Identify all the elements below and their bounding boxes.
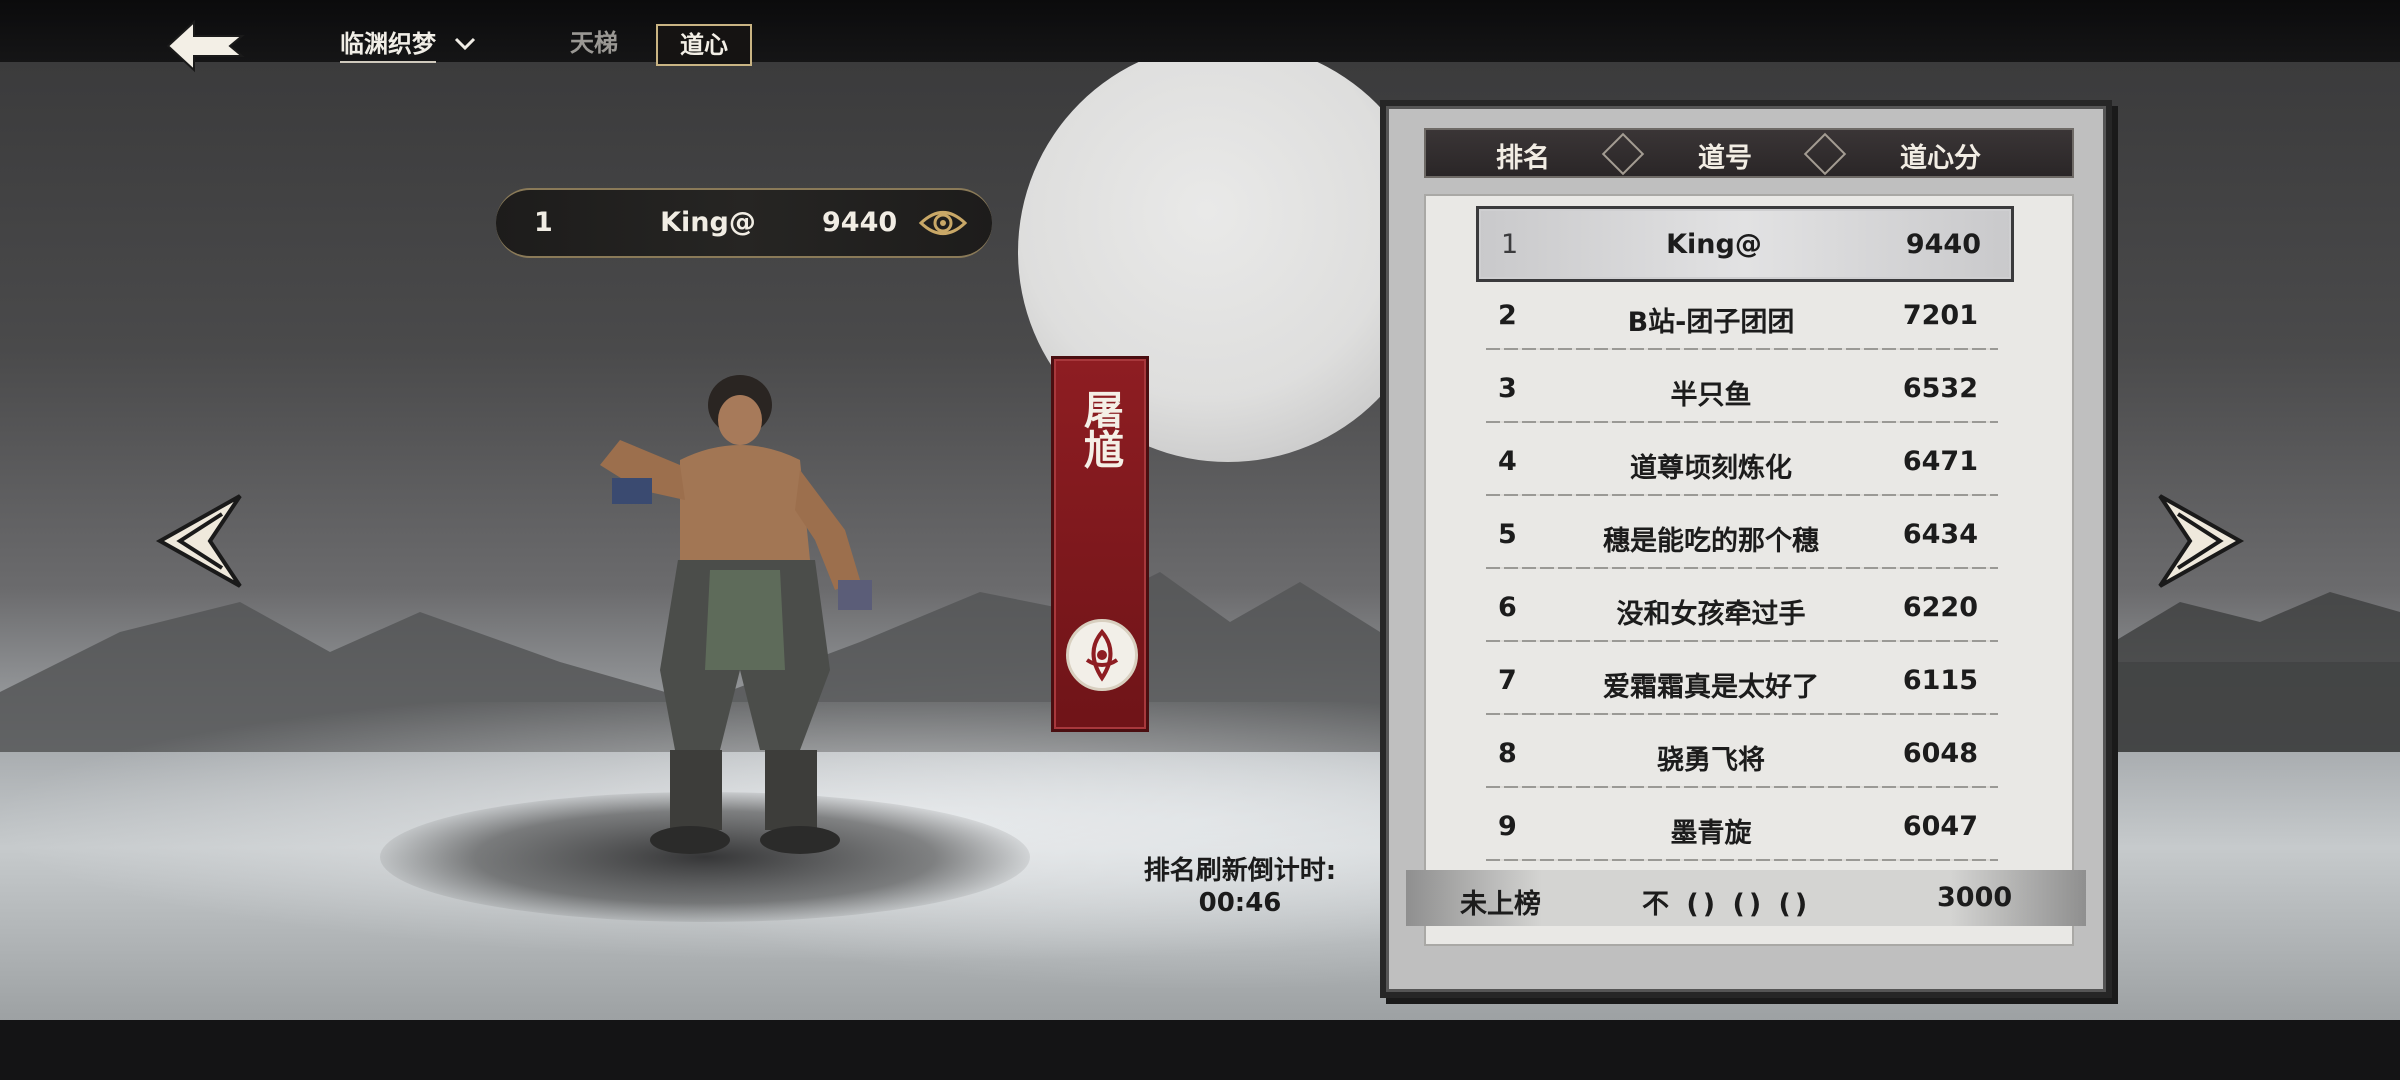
eye-icon[interactable] — [918, 204, 968, 242]
leaderboard-row[interactable]: 6 没和女孩牵过手 6220 — [1476, 572, 2008, 642]
badge-score: 9440 — [822, 207, 898, 238]
left-arrow-icon[interactable] — [140, 486, 250, 596]
bottom-bar — [0, 1020, 2400, 1080]
row-divider — [1486, 859, 1998, 861]
row-name: 道尊顷刻炼化 — [1630, 453, 1792, 484]
header-divider-icon — [1803, 132, 1847, 176]
row-score: 9440 — [1905, 229, 1981, 260]
row-score: 6434 — [1902, 519, 1978, 550]
row-name: 骁勇飞将 — [1657, 745, 1765, 776]
refresh-label: 排名刷新倒计时: — [1143, 856, 1337, 886]
row-rank: 2 — [1498, 300, 1517, 331]
leaderboard-row[interactable]: 1 King@ 9440 — [1476, 206, 2014, 282]
refresh-countdown: 排名刷新倒计时: 00:46 — [1115, 855, 1365, 919]
row-name: B站-团子团团 — [1627, 307, 1795, 338]
row-rank: 7 — [1498, 665, 1517, 696]
row-name: 穗是能吃的那个穗 — [1603, 526, 1819, 557]
tab-daoxin[interactable]: 道心 — [656, 24, 752, 66]
leaderboard-row[interactable]: 7 爱霜霜真是太好了 6115 — [1476, 645, 2008, 715]
row-score: 6220 — [1902, 592, 1978, 623]
row-divider — [1486, 348, 1998, 350]
row-name: 没和女孩牵过手 — [1616, 599, 1806, 630]
row-divider — [1486, 713, 1998, 715]
refresh-time: 00:46 — [1198, 888, 1282, 918]
tab-ladder[interactable]: 天梯 — [548, 24, 640, 62]
character-name-banner: 屠馗 — [1051, 356, 1149, 732]
row-score: 7201 — [1902, 300, 1978, 331]
leaderboard-row[interactable]: 3 半只鱼 6532 — [1476, 353, 2008, 423]
right-arrow-icon[interactable] — [2150, 486, 2260, 596]
row-name: 墨青旋 — [1670, 818, 1752, 849]
header-divider-icon — [1601, 132, 1645, 176]
my-rank-label: 未上榜 — [1460, 889, 1541, 920]
row-name: 爱霜霜真是太好了 — [1603, 672, 1819, 703]
my-rank-row: 未上榜 不 () () () 3000 — [1406, 870, 2086, 926]
row-score: 6471 — [1902, 446, 1978, 477]
row-rank: 8 — [1498, 738, 1517, 769]
back-button[interactable] — [160, 16, 250, 76]
row-rank: 1 — [1501, 229, 1519, 260]
row-divider — [1486, 567, 1998, 569]
chevron-down-icon — [454, 37, 476, 50]
character-name-text: 屠馗 — [1077, 389, 1124, 469]
server-selector[interactable]: 临渊织梦 — [340, 24, 476, 63]
badge-rank: 1 — [534, 207, 553, 238]
row-score: 6047 — [1902, 811, 1978, 842]
character-figure — [600, 375, 872, 854]
row-score: 6048 — [1902, 738, 1978, 769]
leaderboard-row[interactable]: 9 墨青旋 6047 — [1476, 791, 2008, 861]
sect-emblem-icon[interactable] — [1066, 619, 1138, 691]
my-score: 3000 — [1937, 882, 2013, 913]
row-rank: 4 — [1498, 446, 1517, 477]
leaderboard-row[interactable]: 2 B站-团子团团 7201 — [1476, 280, 2008, 350]
row-divider — [1486, 786, 1998, 788]
row-rank: 6 — [1498, 592, 1517, 623]
row-name: King@ — [1666, 229, 1762, 260]
character-name: 屠馗 — [1054, 389, 1146, 480]
row-rank: 5 — [1498, 519, 1517, 550]
badge-name: King@ — [660, 207, 756, 238]
row-divider — [1486, 640, 1998, 642]
selected-player-badge: 1 King@ 9440 — [496, 188, 992, 258]
leaderboard-header: 排名 道号 道心分 — [1424, 128, 2074, 178]
row-divider — [1486, 421, 1998, 423]
leaderboard-row[interactable]: 4 道尊顷刻炼化 6471 — [1476, 426, 2008, 496]
my-name: 不 () () () — [1642, 889, 1812, 920]
header-rank: 排名 — [1496, 143, 1550, 174]
row-score: 6532 — [1902, 373, 1978, 404]
leaderboard-row[interactable]: 5 穗是能吃的那个穗 6434 — [1476, 499, 2008, 569]
header-name: 道号 — [1698, 143, 1752, 174]
row-name: 半只鱼 — [1670, 380, 1752, 411]
back-arrow-icon — [166, 19, 245, 73]
server-name: 临渊织梦 — [340, 24, 436, 63]
leaderboard-panel: 排名 道号 道心分 1 King@ 9440 2 B站-团子团团 7201 3 … — [1380, 100, 2112, 998]
leaderboard-list[interactable]: 1 King@ 9440 2 B站-团子团团 7201 3 半只鱼 6532 4… — [1424, 194, 2074, 946]
row-rank: 3 — [1498, 373, 1517, 404]
row-rank: 9 — [1498, 811, 1517, 842]
leaderboard-row[interactable]: 8 骁勇飞将 6048 — [1476, 718, 2008, 788]
row-score: 6115 — [1902, 665, 1978, 696]
header-score: 道心分 — [1900, 143, 1981, 174]
row-divider — [1486, 494, 1998, 496]
